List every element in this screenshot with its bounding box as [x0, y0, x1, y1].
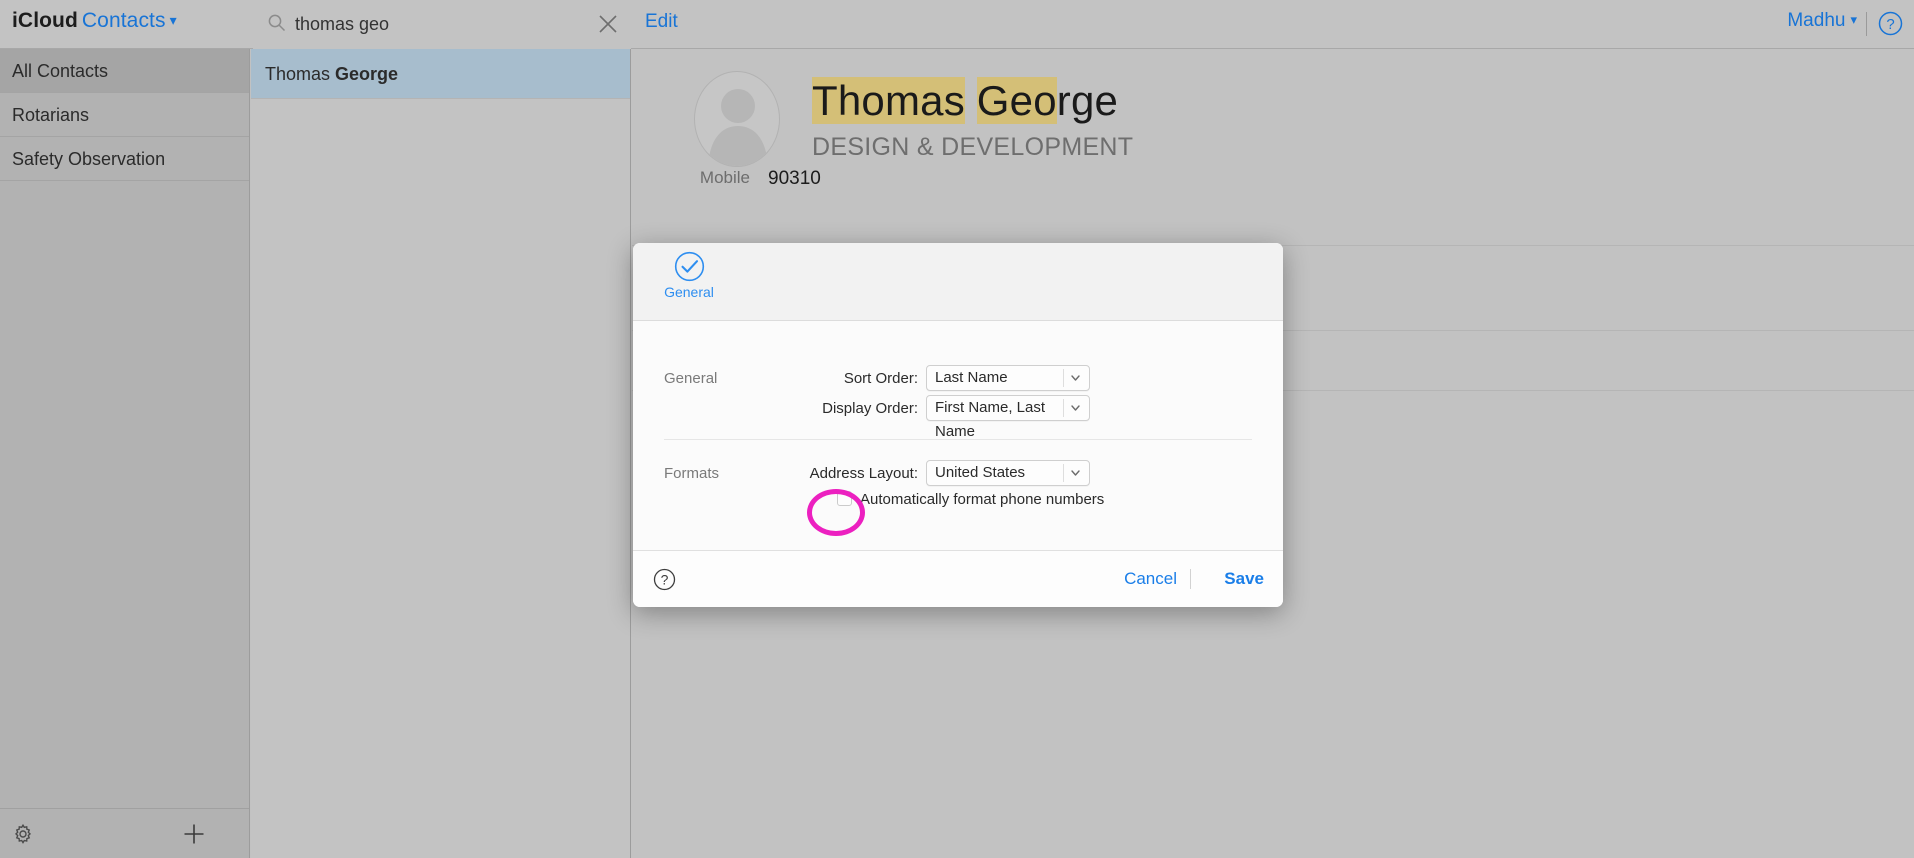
account-menu[interactable]: Madhu ▾	[1787, 10, 1857, 32]
plus-icon[interactable]	[182, 822, 206, 846]
name-match-highlight-1: Thomas	[812, 77, 965, 124]
search-input[interactable]	[295, 0, 585, 49]
select-divider	[1063, 369, 1064, 387]
chevron-down-icon: ▾	[1850, 12, 1857, 27]
check-circle-icon	[674, 251, 704, 282]
contact-full-name: Thomas George	[812, 77, 1118, 125]
sidebar-footer	[0, 808, 249, 858]
name-match-highlight-2: Geo	[976, 77, 1057, 124]
field-label: Mobile	[699, 168, 750, 187]
sidebar-item-safety-observation[interactable]: Safety Observation	[0, 137, 249, 181]
sort-order-select[interactable]: Last Name	[926, 365, 1090, 391]
name-space	[965, 77, 977, 124]
display-order-select[interactable]: First Name, Last Name	[926, 395, 1090, 440]
chevron-down-icon: ▾	[169, 12, 177, 28]
sidebar-item-label: Rotarians	[12, 105, 90, 125]
preferences-section-divider	[664, 439, 1252, 440]
brand-icloud-label: iCloud	[12, 9, 78, 32]
app-window: iCloudContacts▾ Edit Madhu▾ ? All Contac…	[0, 0, 1914, 858]
brand-app-label: Contacts	[81, 9, 166, 32]
search-bar[interactable]	[253, 0, 631, 49]
tab-general-label: General	[664, 284, 714, 300]
display-order-value: First Name, Last Name	[935, 399, 1046, 440]
gear-icon[interactable]	[11, 822, 35, 846]
contact-list-column: Thomas George	[251, 49, 631, 858]
question-circle-icon[interactable]: ?	[653, 568, 676, 591]
account-name-label: Madhu	[1787, 10, 1846, 31]
label-address-layout: Address Layout:	[809, 465, 918, 482]
field-value[interactable]: 90310	[768, 168, 821, 190]
question-circle-icon[interactable]: ?	[1878, 11, 1903, 36]
svg-text:?: ?	[1886, 16, 1894, 33]
footer-divider	[1190, 569, 1191, 589]
select-divider	[1063, 464, 1064, 482]
sidebar-item-rotarians[interactable]: Rotarians	[0, 93, 249, 137]
preferences-dialog: General General Sort Order: Last Name Di…	[633, 243, 1283, 607]
svg-text:?: ?	[661, 572, 669, 588]
sidebar: All Contacts Rotarians Safety Observatio…	[0, 49, 250, 858]
automatically-format-phone-numbers-label: Automatically format phone numbers	[860, 491, 1105, 508]
person-placeholder-avatar-icon	[708, 89, 768, 166]
select-divider	[1063, 399, 1064, 417]
tab-general[interactable]: General	[654, 251, 724, 302]
cancel-button[interactable]: Cancel	[1124, 569, 1177, 589]
sidebar-item-label: Safety Observation	[12, 149, 166, 169]
sidebar-item-all-contacts[interactable]: All Contacts	[0, 49, 249, 93]
address-layout-select[interactable]: United States	[926, 460, 1090, 486]
chevron-down-icon	[1071, 375, 1080, 381]
name-remainder: rge	[1056, 77, 1119, 124]
contact-organization: DESIGN & DEVELOPMENT	[812, 133, 1134, 161]
preferences-toolbar: General	[633, 243, 1283, 321]
automatically-format-phone-numbers-checkbox[interactable]	[837, 491, 852, 506]
label-sort-order: Sort Order:	[843, 370, 918, 387]
brand-menu[interactable]: iCloud Contacts ▾	[12, 9, 177, 33]
save-button[interactable]: Save	[1224, 569, 1264, 589]
preferences-footer: ? Cancel Save	[633, 550, 1283, 607]
contact-last-name: George	[335, 64, 399, 84]
chevron-down-icon	[1071, 470, 1080, 476]
address-layout-value: United States	[935, 464, 1026, 481]
label-display-order: Display Order:	[822, 400, 918, 417]
preferences-body: General Sort Order: Last Name Display Or…	[633, 322, 1283, 530]
avatar	[694, 71, 780, 167]
list-item[interactable]: Thomas George	[251, 49, 630, 99]
contact-first-name: Thomas	[265, 64, 336, 84]
search-icon	[268, 14, 286, 32]
chevron-down-icon	[1071, 405, 1080, 411]
close-icon[interactable]	[597, 13, 619, 35]
edit-button[interactable]: Edit	[645, 11, 678, 33]
sidebar-item-label: All Contacts	[12, 61, 109, 81]
sort-order-value: Last Name	[935, 369, 1008, 386]
top-bar: iCloudContacts▾ Edit Madhu▾ ?	[0, 0, 1914, 49]
toolbar-divider	[1866, 12, 1867, 36]
